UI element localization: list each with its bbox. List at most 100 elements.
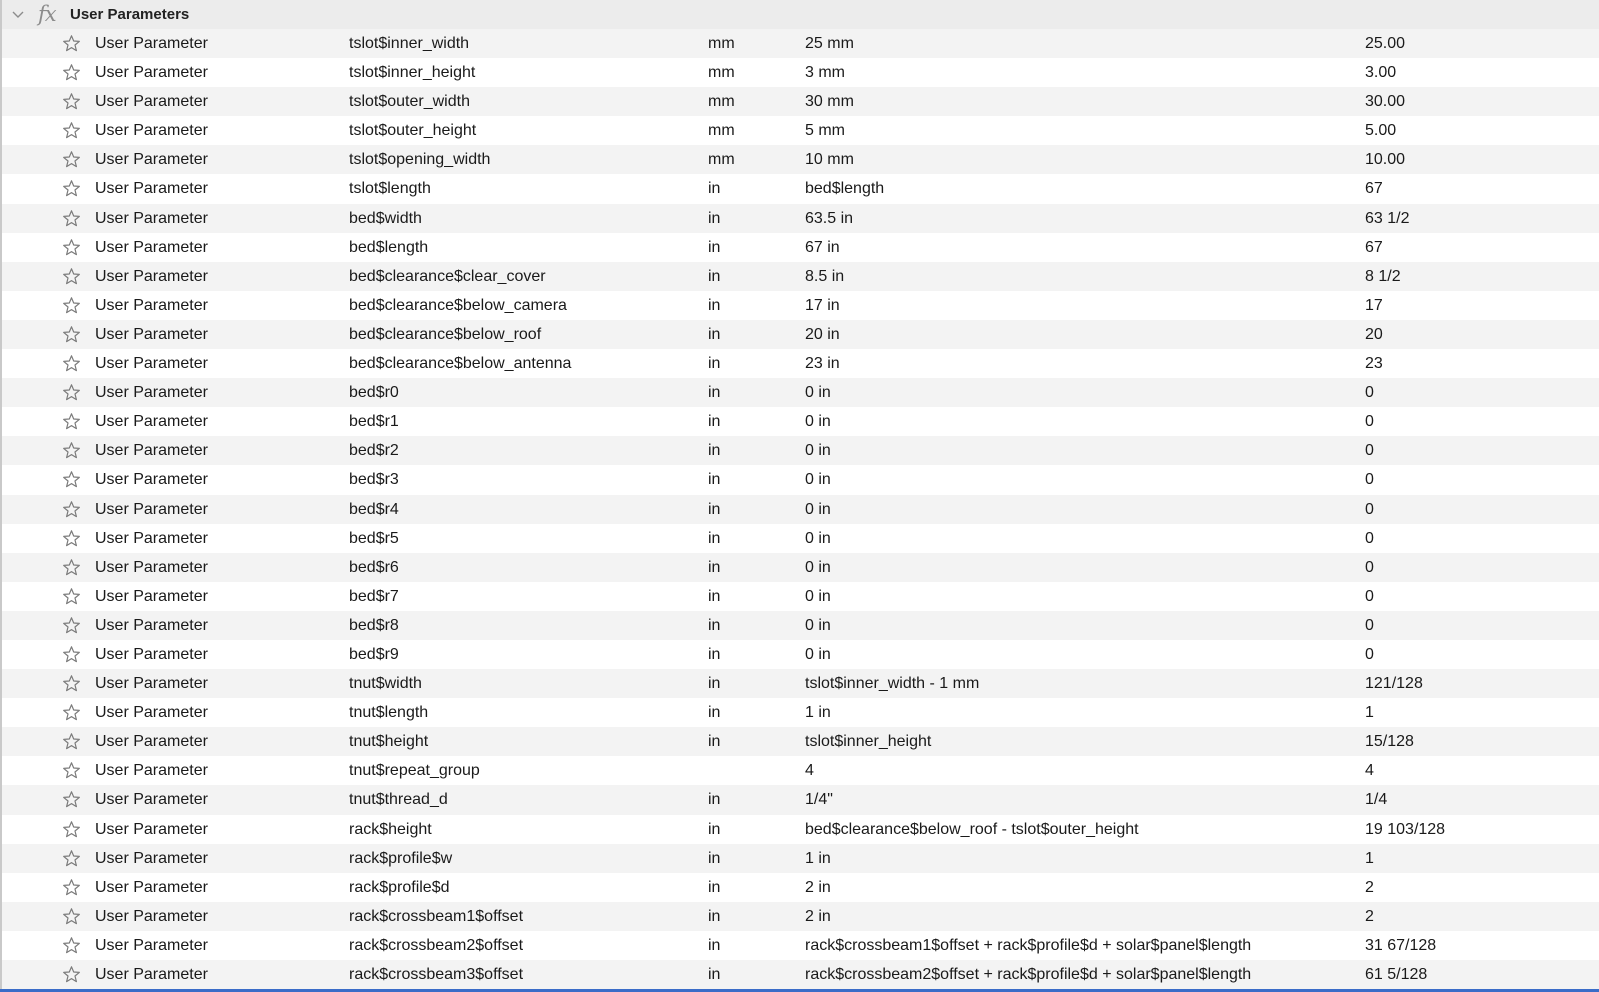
star-icon[interactable] — [62, 587, 81, 606]
param-name[interactable]: bed$clearance$below_antenna — [349, 349, 571, 378]
param-name[interactable]: bed$r6 — [349, 553, 399, 582]
star-icon[interactable] — [62, 849, 81, 868]
param-expression[interactable]: 1 in — [805, 844, 831, 873]
param-expression[interactable]: tslot$inner_width - 1 mm — [805, 669, 979, 698]
param-expression[interactable]: 30 mm — [805, 87, 854, 116]
param-expression[interactable]: 2 in — [805, 902, 831, 931]
table-row[interactable]: User Parameter rack$crossbeam3$offset in ra… — [2, 960, 1599, 990]
param-unit[interactable]: in — [708, 262, 720, 291]
param-name[interactable]: bed$r4 — [349, 495, 399, 524]
param-name[interactable]: bed$r0 — [349, 378, 399, 407]
param-unit[interactable]: in — [708, 582, 720, 611]
star-icon[interactable] — [62, 179, 81, 198]
param-expression[interactable]: rack$crossbeam2$offset + rack$profile$d … — [805, 960, 1251, 989]
param-name[interactable]: bed$r2 — [349, 436, 399, 465]
star-icon[interactable] — [62, 790, 81, 809]
param-expression[interactable]: 0 in — [805, 465, 831, 494]
star-icon[interactable] — [62, 209, 81, 228]
star-icon[interactable] — [62, 150, 81, 169]
param-unit[interactable]: mm — [708, 145, 735, 174]
param-unit[interactable]: in — [708, 844, 720, 873]
table-row[interactable]: User Parameter tslot$outer_width mm 30 mm 30… — [2, 87, 1599, 117]
table-row[interactable]: User Parameter bed$clearance$below_roof in… — [2, 319, 1599, 350]
star-icon[interactable] — [62, 878, 81, 897]
param-expression[interactable]: 0 in — [805, 611, 831, 640]
param-unit[interactable]: in — [708, 349, 720, 378]
param-unit[interactable]: in — [708, 204, 720, 233]
table-row[interactable]: User Parameter bed$r5 in 0 in 0 — [2, 523, 1599, 553]
param-name[interactable]: bed$length — [349, 233, 428, 262]
table-row[interactable]: User Parameter tnut$height in tslot$inner_h… — [2, 727, 1599, 757]
star-icon[interactable] — [62, 441, 81, 460]
param-expression[interactable]: 20 in — [805, 320, 840, 349]
table-row[interactable]: User Parameter tslot$outer_height mm 5 mm 5.… — [2, 116, 1599, 146]
param-expression[interactable]: 0 in — [805, 582, 831, 611]
param-expression[interactable]: 23 in — [805, 349, 840, 378]
table-row[interactable]: User Parameter rack$crossbeam2$offset in ra… — [2, 930, 1599, 960]
param-expression[interactable]: 0 in — [805, 436, 831, 465]
param-expression[interactable]: 8.5 in — [805, 262, 844, 291]
star-icon[interactable] — [62, 238, 81, 257]
table-row[interactable]: User Parameter bed$r7 in 0 in 0 — [2, 581, 1599, 611]
param-unit[interactable]: in — [708, 902, 720, 931]
table-row[interactable]: User Parameter bed$clearance$below_antenn… — [2, 349, 1599, 379]
param-unit[interactable]: in — [708, 873, 720, 902]
table-row[interactable]: User Parameter bed$r8 in 0 in 0 — [2, 610, 1599, 640]
param-expression[interactable]: 0 in — [805, 407, 831, 436]
param-name[interactable]: rack$crossbeam2$offset — [349, 931, 523, 960]
param-name[interactable]: rack$profile$w — [349, 844, 452, 873]
param-expression[interactable]: 0 in — [805, 495, 831, 524]
param-unit[interactable]: in — [708, 495, 720, 524]
param-name[interactable]: tslot$length — [349, 174, 431, 203]
param-unit[interactable]: in — [708, 524, 720, 553]
param-name[interactable]: tslot$inner_width — [349, 29, 469, 58]
table-row[interactable]: User Parameter tnut$length in 1 in 1 — [2, 698, 1599, 728]
param-expression[interactable]: 1/4" — [805, 785, 833, 814]
star-icon[interactable] — [62, 907, 81, 926]
star-icon[interactable] — [62, 121, 81, 140]
param-unit[interactable]: in — [708, 640, 720, 669]
star-icon[interactable] — [62, 412, 81, 431]
param-expression[interactable]: 0 in — [805, 640, 831, 669]
param-name[interactable]: tnut$repeat_group — [349, 756, 480, 785]
param-name[interactable]: bed$width — [349, 204, 422, 233]
param-unit[interactable]: mm — [708, 116, 735, 145]
param-unit[interactable]: in — [708, 320, 720, 349]
param-expression[interactable]: 0 in — [805, 524, 831, 553]
star-icon[interactable] — [62, 674, 81, 693]
param-unit[interactable]: in — [708, 785, 720, 814]
param-expression[interactable]: 17 in — [805, 291, 840, 320]
param-name[interactable]: bed$r3 — [349, 465, 399, 494]
star-icon[interactable] — [62, 529, 81, 548]
table-row[interactable]: User Parameter tnut$width in tslot$inner_wi… — [2, 669, 1599, 699]
param-unit[interactable]: in — [708, 669, 720, 698]
param-unit[interactable]: in — [708, 233, 720, 262]
table-row[interactable]: User Parameter bed$r2 in 0 in 0 — [2, 436, 1599, 466]
table-row[interactable]: User Parameter bed$r0 in 0 in 0 — [2, 378, 1599, 408]
table-row[interactable]: User Parameter bed$r9 in 0 in 0 — [2, 639, 1599, 670]
star-icon[interactable] — [62, 645, 81, 664]
star-icon[interactable] — [62, 92, 81, 111]
param-expression[interactable]: tslot$inner_height — [805, 727, 931, 756]
table-row[interactable]: User Parameter tslot$inner_width mm 25 mm 25… — [2, 29, 1599, 59]
param-expression[interactable]: 0 in — [805, 378, 831, 407]
param-expression[interactable]: 3 mm — [805, 58, 845, 87]
table-row[interactable]: User Parameter rack$height in bed$clearance… — [2, 814, 1599, 844]
param-name[interactable]: rack$crossbeam1$offset — [349, 902, 523, 931]
param-expression[interactable]: 0 in — [805, 553, 831, 582]
param-name[interactable]: bed$clearance$below_roof — [349, 320, 541, 349]
table-row[interactable]: User Parameter bed$clearance$clear_cover i… — [2, 261, 1599, 291]
table-row[interactable]: User Parameter rack$profile$w in 1 in 1 — [2, 843, 1599, 873]
user-parameters-group-header[interactable]: fx User Parameters — [2, 0, 1599, 29]
param-expression[interactable]: bed$clearance$below_roof - tslot$outer_h… — [805, 815, 1139, 844]
param-name[interactable]: tnut$length — [349, 698, 428, 727]
table-row[interactable]: User Parameter bed$length in 67 in 67 — [2, 232, 1599, 262]
param-unit[interactable]: in — [708, 960, 720, 989]
chevron-down-icon[interactable] — [10, 8, 26, 22]
param-unit[interactable]: mm — [708, 87, 735, 116]
param-expression[interactable]: 4 — [805, 756, 814, 785]
table-row[interactable]: User Parameter rack$profile$d in 2 in 2 — [2, 872, 1599, 902]
param-expression[interactable]: 1 in — [805, 698, 831, 727]
star-icon[interactable] — [62, 63, 81, 82]
star-icon[interactable] — [62, 500, 81, 519]
